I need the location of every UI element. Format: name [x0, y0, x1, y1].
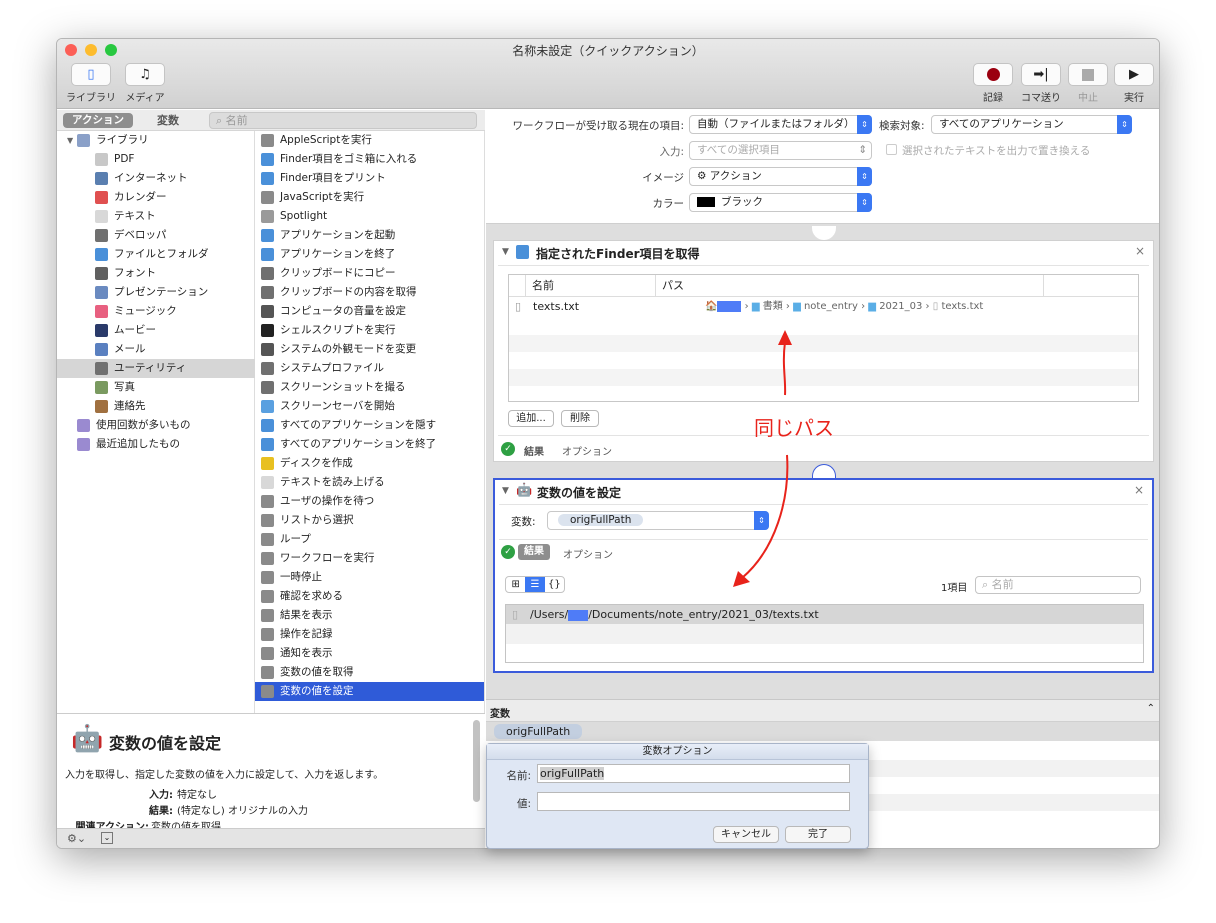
arrowhead-up: [778, 330, 792, 345]
annotation-arrow-down: [741, 454, 789, 579]
annotation-label: 同じパス: [754, 416, 834, 440]
annotation-overlay: [733, 330, 792, 587]
annotation-arrow-up: [782, 341, 787, 396]
